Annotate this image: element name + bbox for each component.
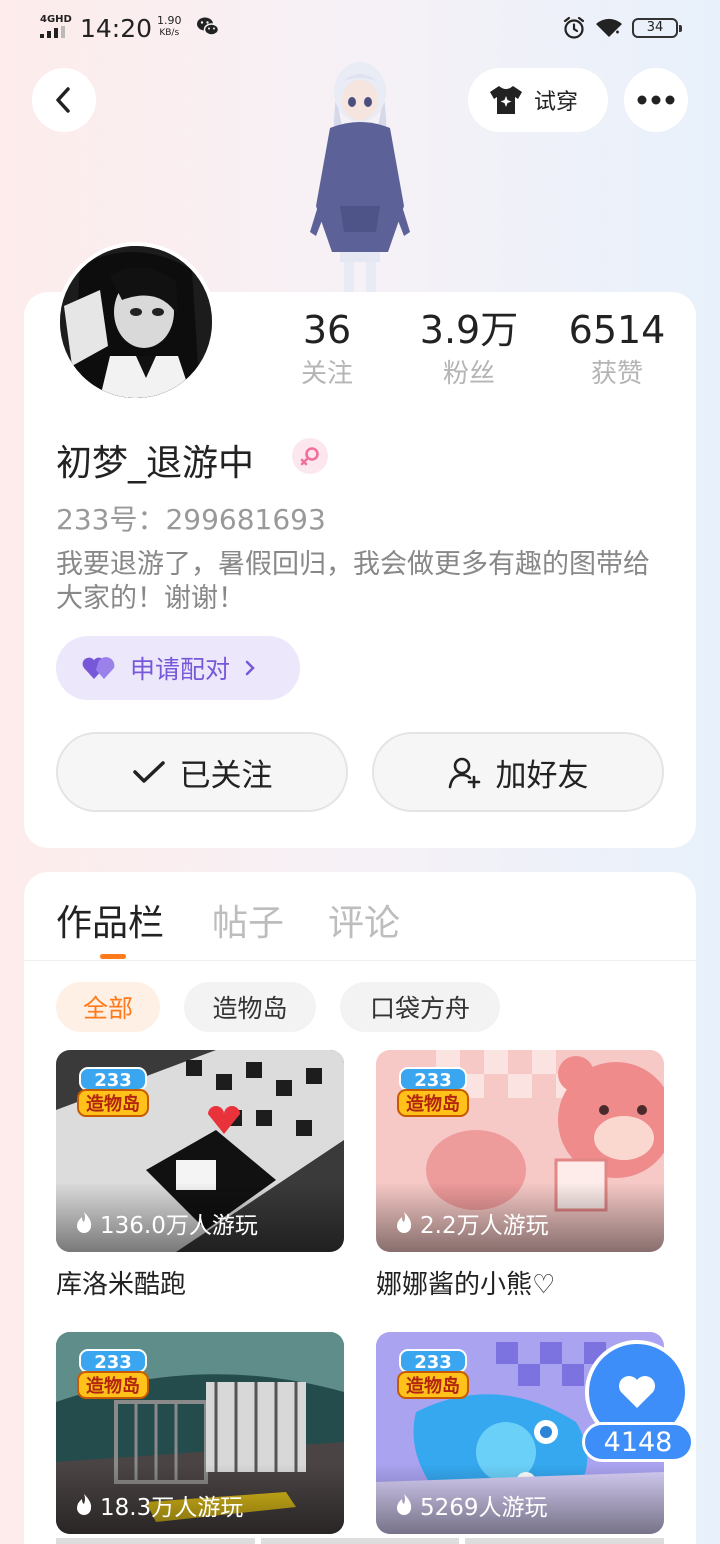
- flame-icon: [77, 1494, 92, 1515]
- badge-bottom-text: 造物岛: [86, 1375, 140, 1397]
- filter-chip-all[interactable]: 全部: [56, 982, 160, 1032]
- badge-top-text: 233: [94, 1352, 132, 1373]
- stat-value: 6514: [568, 308, 666, 352]
- add-friend-label: 加好友: [495, 757, 589, 794]
- avatar-image: [60, 246, 212, 398]
- stat-value: 3.9万: [419, 308, 519, 352]
- apply-match-button[interactable]: 申请配对: [56, 636, 300, 700]
- flame-icon: [397, 1494, 412, 1515]
- female-icon: [292, 438, 328, 474]
- flame-icon: [77, 1212, 92, 1233]
- battery-indicator: 34: [632, 18, 682, 38]
- add-friend-button[interactable]: 加好友: [372, 732, 664, 812]
- play-count-text: 136.0万人游玩: [100, 1213, 258, 1239]
- play-count-text: 2.2万人游玩: [420, 1213, 549, 1239]
- avatar[interactable]: [56, 242, 216, 402]
- tab-works[interactable]: 作品栏: [56, 894, 164, 946]
- tab-posts[interactable]: 帖子: [212, 894, 284, 946]
- network-type: 4GHD: [40, 14, 72, 25]
- chevron-left-icon: [56, 87, 70, 113]
- filter-chip-pocket-ark[interactable]: 口袋方舟: [340, 982, 500, 1032]
- creation-island-badge: 233 造物岛: [397, 1067, 469, 1117]
- user-id: 233号：299681693: [56, 503, 326, 536]
- stat-label: 粉丝: [442, 359, 495, 389]
- play-count-text: 5269人游玩: [420, 1495, 548, 1521]
- badge-top-text: 233: [94, 1070, 132, 1091]
- add-user-icon: [448, 757, 480, 789]
- heart-icon: [619, 1376, 655, 1408]
- stat-following[interactable]: 36 关注: [262, 306, 392, 394]
- alarm-icon: [563, 16, 585, 39]
- stat-fans[interactable]: 3.9万 粉丝: [404, 306, 534, 394]
- game-card[interactable]: 233 造物岛 18.3万人游玩: [56, 1332, 344, 1544]
- speed-value: 1.90: [157, 14, 182, 27]
- try-on-label: 试穿: [534, 90, 579, 115]
- speed-unit: KB/s: [159, 28, 180, 38]
- character-avatar-figure[interactable]: [296, 56, 424, 294]
- status-bar: 4GHD 14:20 1.90 KB/s 34: [0, 0, 720, 58]
- game-card[interactable]: 233 造物岛 2.2万人游玩 娜娜酱的小熊♡: [376, 1050, 664, 1301]
- stat-label: 关注: [300, 359, 353, 389]
- play-count-text: 18.3万人游玩: [100, 1495, 244, 1521]
- double-heart-icon: [82, 657, 115, 679]
- creation-island-badge: 233 造物岛: [77, 1067, 149, 1117]
- play-count: 18.3万人游玩: [74, 1488, 243, 1522]
- apply-match-label: 申请配对: [130, 655, 231, 684]
- more-button[interactable]: [624, 68, 688, 132]
- play-count: 2.2万人游玩: [394, 1206, 549, 1240]
- badge-bottom-text: 造物岛: [86, 1093, 140, 1115]
- signal-icon: [40, 26, 68, 38]
- wifi-icon: [596, 18, 622, 37]
- play-count: 5269人游玩: [394, 1488, 548, 1522]
- stat-likes[interactable]: 6514 获赞: [552, 306, 682, 394]
- followed-label: 已关注: [179, 757, 273, 794]
- badge-top-text: 233: [414, 1070, 452, 1091]
- tab-comments[interactable]: 评论: [328, 894, 400, 946]
- user-bio: 我要退游了，暑假回归，我会做更多有趣的图带给大家的！谢谢！: [56, 549, 650, 614]
- more-dots-icon: [637, 95, 675, 105]
- network-speed: 1.90 KB/s: [157, 15, 182, 39]
- game-title: 库洛米酷跑: [56, 1270, 187, 1300]
- clock: 14:20: [80, 14, 153, 43]
- filter-chip-creation-island[interactable]: 造物岛: [184, 982, 316, 1032]
- wechat-icon: [197, 17, 220, 36]
- back-button[interactable]: [32, 68, 96, 132]
- flame-icon: [397, 1212, 412, 1233]
- shirt-sparkle-icon: [490, 86, 522, 114]
- stat-label: 获赞: [590, 359, 643, 389]
- badge-bottom-text: 造物岛: [406, 1093, 460, 1115]
- try-on-button[interactable]: 试穿: [468, 68, 608, 132]
- game-thumbnail: 233 造物岛 18.3万人游玩: [56, 1332, 344, 1534]
- badge-bottom-text: 造物岛: [406, 1375, 460, 1397]
- chevron-right-icon: [245, 660, 255, 676]
- username: 初梦_退游中: [56, 443, 255, 484]
- game-thumbnail: 233 造物岛 136.0万人游玩: [56, 1050, 344, 1252]
- like-count: 4148: [582, 1422, 694, 1462]
- scroll-indicator: [0, 1538, 720, 1544]
- stat-value: 36: [302, 308, 352, 352]
- creation-island-badge: 233 造物岛: [77, 1349, 149, 1399]
- check-icon: [132, 761, 165, 783]
- tab-indicator: [100, 954, 126, 959]
- game-thumbnail: 233 造物岛 2.2万人游玩: [376, 1050, 664, 1252]
- game-title: 娜娜酱的小熊♡: [376, 1270, 556, 1300]
- followed-button[interactable]: 已关注: [56, 732, 348, 812]
- badge-top-text: 233: [414, 1352, 452, 1373]
- game-card[interactable]: 233 造物岛 136.0万人游玩 库洛米酷跑: [56, 1050, 344, 1301]
- creation-island-badge: 233 造物岛: [397, 1349, 469, 1399]
- play-count: 136.0万人游玩: [74, 1206, 258, 1240]
- tab-divider: [24, 960, 696, 961]
